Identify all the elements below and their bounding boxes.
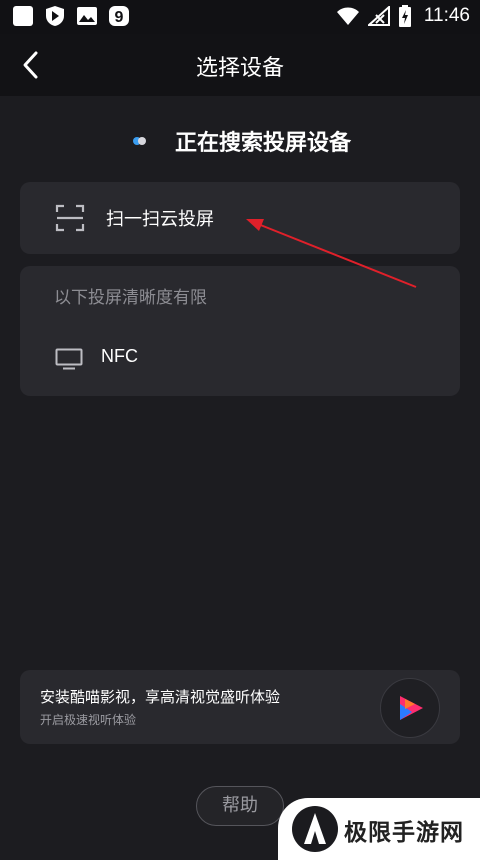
page-title: 选择设备: [195, 56, 284, 81]
device-list-card: 以下投屏清晰度有限 NFC: [20, 266, 460, 396]
loading-dots-icon: [129, 134, 153, 148]
top-app-bar: 选择设备: [0, 34, 480, 96]
promo-banner[interactable]: 安装酷喵影视，享高清视觉盛听体验 开启极速视听体验: [20, 670, 460, 744]
status-time: 11:46: [423, 5, 470, 26]
device-name: NFC: [101, 346, 138, 366]
search-status-text: 正在搜索投屏设备: [174, 131, 351, 156]
shield-play-icon: [46, 6, 64, 26]
promo-subtitle: 开启极速视听体验: [40, 713, 137, 727]
svg-text:9: 9: [115, 9, 124, 26]
scan-cloud-cast-button[interactable]: 扫一扫云投屏: [20, 182, 460, 254]
image-icon: [77, 7, 97, 25]
scan-cloud-cast-label: 扫一扫云投屏: [106, 209, 214, 230]
loading-dot-white: [137, 137, 146, 145]
help-button[interactable]: 帮助: [196, 786, 284, 826]
watermark-logo-icon: [292, 806, 338, 852]
status-left-icons: 9: [12, 5, 130, 27]
battery-charging-icon: [398, 5, 411, 27]
search-status: 正在搜索投屏设备: [0, 124, 480, 158]
device-list-header: 以下投屏清晰度有限: [54, 288, 207, 308]
nine-badge-icon: 9: [109, 6, 129, 26]
promo-app-logo[interactable]: [380, 678, 440, 738]
promo-title: 安装酷喵影视，享高清视觉盛听体验: [40, 688, 281, 706]
no-signal-icon: [367, 6, 390, 26]
device-item-nfc[interactable]: NFC: [20, 336, 460, 380]
tv-icon: [55, 348, 83, 370]
wifi-icon: [336, 7, 359, 25]
play-logo-icon: [400, 696, 423, 720]
watermark-text: 极限手游网: [344, 819, 464, 846]
scan-icon: [55, 204, 85, 232]
status-right-icons: 11:46: [336, 5, 470, 27]
watermark: 极限手游网: [278, 798, 480, 860]
status-bar: 9 11:46: [0, 0, 480, 34]
square-app-icon: [13, 6, 33, 26]
